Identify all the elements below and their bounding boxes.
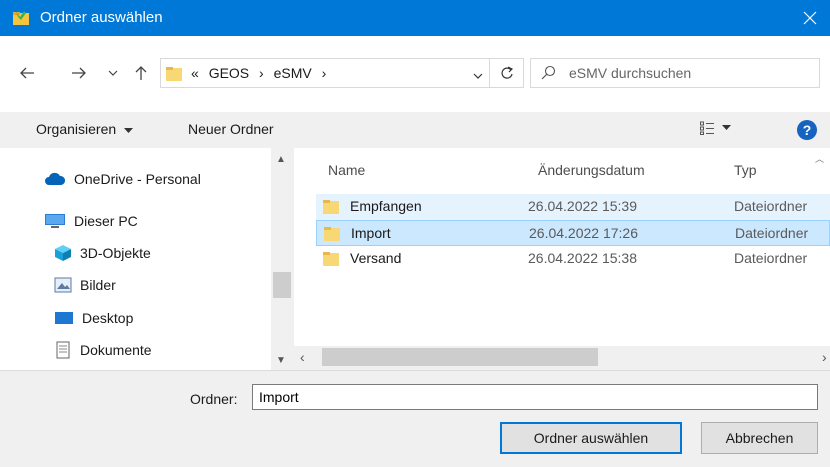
nav-item-this-pc[interactable]: Dieser PC	[44, 208, 138, 234]
nav-item-label: OneDrive - Personal	[74, 171, 201, 187]
cloud-icon	[45, 172, 66, 185]
back-button[interactable]	[14, 58, 40, 88]
search-placeholder: eSMV durchsuchen	[569, 65, 692, 81]
breadcrumb-item-geos[interactable]: GEOS	[209, 65, 249, 81]
help-button[interactable]: ?	[797, 120, 817, 140]
nav-item-desktop[interactable]: Desktop	[54, 305, 133, 331]
view-options-button[interactable]	[700, 121, 731, 135]
scroll-right-icon[interactable]: ›	[822, 349, 827, 365]
computer-icon	[45, 214, 65, 228]
column-header-type[interactable]: Typ	[734, 148, 757, 192]
address-dropdown-button[interactable]	[473, 66, 483, 82]
search-icon	[541, 65, 557, 84]
breadcrumb-item-esmv[interactable]: eSMV	[274, 65, 312, 81]
chevron-down-icon	[473, 73, 483, 79]
arrow-right-icon	[72, 67, 86, 79]
nav-item-label: Bilder	[80, 277, 116, 293]
select-folder-button[interactable]: Ordner auswählen	[500, 422, 682, 454]
address-bar[interactable]: « GEOS › eSMV ›	[160, 58, 490, 88]
cube-icon	[55, 245, 71, 261]
folder-icon	[165, 65, 183, 86]
file-type: Dateiordner	[734, 198, 808, 214]
close-icon	[803, 11, 817, 25]
close-button[interactable]	[790, 0, 830, 36]
column-header-name[interactable]: Name	[328, 148, 365, 192]
nav-item-pictures[interactable]: Bilder	[54, 272, 116, 298]
breadcrumb-separator[interactable]: ›	[322, 65, 327, 81]
file-name: Versand	[350, 250, 402, 266]
caret-down-icon	[722, 125, 731, 130]
caret-down-icon	[124, 128, 134, 133]
scroll-left-icon[interactable]: ‹	[300, 349, 305, 365]
file-date: 26.04.2022 15:38	[528, 250, 637, 266]
table-row[interactable]: Empfangen 26.04.2022 15:39 Dateiordner	[316, 194, 830, 220]
column-header-date[interactable]: Änderungsdatum	[538, 148, 645, 192]
scroll-down-icon[interactable]: ▼	[276, 355, 286, 366]
nav-item-documents[interactable]: Dokumente	[54, 337, 152, 363]
folder-label: Ordner:	[190, 391, 238, 407]
up-button[interactable]	[128, 58, 154, 88]
nav-item-label: Desktop	[82, 310, 134, 326]
table-row[interactable]: Versand 26.04.2022 15:38 Dateiordner	[316, 246, 830, 272]
nav-item-3d-objects[interactable]: 3D-Objekte	[54, 240, 151, 266]
window-title: Ordner auswählen	[40, 9, 163, 26]
breadcrumb-overflow[interactable]: «	[191, 65, 199, 81]
arrow-up-icon	[135, 66, 147, 80]
organize-button[interactable]: Organisieren	[36, 121, 134, 137]
file-type: Dateiordner	[734, 250, 808, 266]
refresh-button[interactable]	[490, 58, 524, 88]
title-bar: Ordner auswählen	[0, 0, 830, 36]
file-date: 26.04.2022 15:39	[528, 198, 637, 214]
nav-item-onedrive[interactable]: OneDrive - Personal	[44, 166, 201, 192]
nav-item-label: 3D-Objekte	[80, 245, 151, 261]
file-type: Dateiordner	[735, 225, 809, 241]
sort-caret-icon: ︿	[815, 154, 825, 164]
details-view-icon	[700, 121, 714, 135]
pictures-icon	[54, 277, 72, 293]
folder-icon	[322, 199, 340, 218]
folder-name-input[interactable]	[252, 384, 818, 410]
nav-item-label: Dieser PC	[74, 213, 138, 229]
file-list-scrollbar[interactable]: ‹ ›	[294, 346, 830, 370]
document-icon	[56, 341, 70, 359]
breadcrumb-separator[interactable]: ›	[259, 65, 264, 81]
scrollbar-thumb[interactable]	[322, 348, 598, 366]
file-date: 26.04.2022 17:26	[529, 225, 638, 241]
command-bar: Organisieren Neuer Ordner ?	[0, 112, 830, 148]
folder-icon	[322, 251, 340, 270]
navigation-pane-scrollbar[interactable]: ▲ ▼	[271, 148, 293, 370]
search-field[interactable]: eSMV durchsuchen	[530, 58, 820, 88]
dialog-footer: Ordner: Ordner auswählen Abbrechen	[0, 370, 830, 467]
navigation-pane: OneDrive - Personal Dieser PC 3D-Objekte…	[0, 148, 293, 370]
file-name: Import	[351, 225, 391, 241]
recent-locations-button[interactable]	[100, 58, 126, 88]
breadcrumb: « GEOS › eSMV ›	[191, 65, 332, 81]
new-folder-button[interactable]: Neuer Ordner	[188, 121, 274, 137]
folder-app-icon	[12, 9, 30, 27]
scroll-up-icon[interactable]: ▲	[276, 154, 286, 165]
nav-item-label: Dokumente	[80, 342, 152, 358]
forward-button[interactable]	[66, 58, 92, 88]
desktop-icon	[55, 312, 73, 324]
file-list: Name Änderungsdatum Typ ︿ Empfangen 26.0…	[294, 148, 830, 370]
chevron-down-icon	[108, 70, 118, 76]
arrow-left-icon	[20, 67, 34, 79]
cancel-button[interactable]: Abbrechen	[701, 422, 818, 454]
refresh-icon	[500, 66, 513, 79]
scrollbar-thumb[interactable]	[273, 272, 291, 298]
table-row[interactable]: Import 26.04.2022 17:26 Dateiordner	[316, 220, 830, 246]
folder-icon	[323, 226, 341, 245]
file-name: Empfangen	[350, 198, 422, 214]
organize-label: Organisieren	[36, 121, 117, 137]
navigation-bar: « GEOS › eSMV › eSMV durchsuchen	[0, 36, 830, 112]
